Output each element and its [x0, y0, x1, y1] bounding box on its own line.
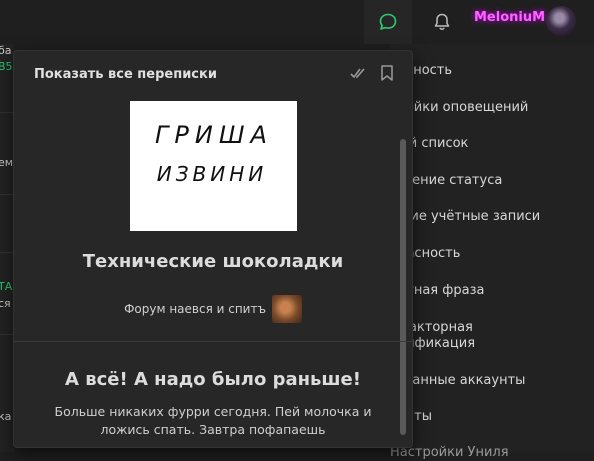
image-text-line2: ИЗВИНИ — [157, 162, 267, 186]
last-message-text: Форум наевся и спитъ — [124, 302, 266, 316]
image-text-line1: ГРИША — [155, 121, 273, 149]
left-fragment: ем — [0, 156, 14, 169]
conversation-title[interactable]: Технические шоколадки — [14, 251, 412, 272]
conversation-item[interactable]: ГРИША ИЗВИНИ Технические шоколадки Форум… — [14, 95, 398, 341]
bookmark-icon[interactable] — [380, 65, 394, 81]
sender-avatar[interactable] — [271, 295, 302, 323]
conversations-popup: Показать все переписки ГРИША ИЗВИНИ Техн… — [13, 50, 413, 448]
left-fragment: ба — [0, 44, 12, 57]
conversations-button[interactable] — [364, 0, 412, 44]
show-all-conversations-link[interactable]: Показать все переписки — [34, 67, 217, 82]
scrollbar[interactable] — [400, 139, 406, 435]
left-fragment: ТА — [0, 280, 13, 293]
conversation-last-message: Форум наевся и спитъ — [14, 295, 412, 323]
username-link[interactable]: MeloniuM — [474, 10, 545, 25]
left-fragment: ся — [0, 297, 11, 310]
conversation-description: Больше никаких фурри сегодня. Пей молочк… — [54, 404, 372, 437]
left-fragment: ка — [0, 410, 12, 423]
top-bar: MeloniuM — [0, 0, 594, 44]
divider — [14, 341, 412, 342]
bell-icon — [434, 13, 450, 30]
conversation-title[interactable]: А всё! А надо было раньше! — [14, 369, 412, 390]
account-settings-menu: ватность тройки оповещений ный список ыш… — [390, 44, 594, 460]
alerts-button[interactable] — [420, 0, 464, 44]
background-left-content: ба B5 ем ТА ся ка — [0, 44, 14, 452]
left-fragment: B5 — [0, 60, 13, 73]
popup-header: Показать все переписки — [14, 51, 412, 95]
double-check-icon[interactable] — [350, 66, 366, 80]
user-avatar[interactable] — [546, 6, 576, 36]
conversation-image: ГРИША ИЗВИНИ — [130, 101, 297, 231]
chat-bubble-icon — [379, 13, 397, 30]
